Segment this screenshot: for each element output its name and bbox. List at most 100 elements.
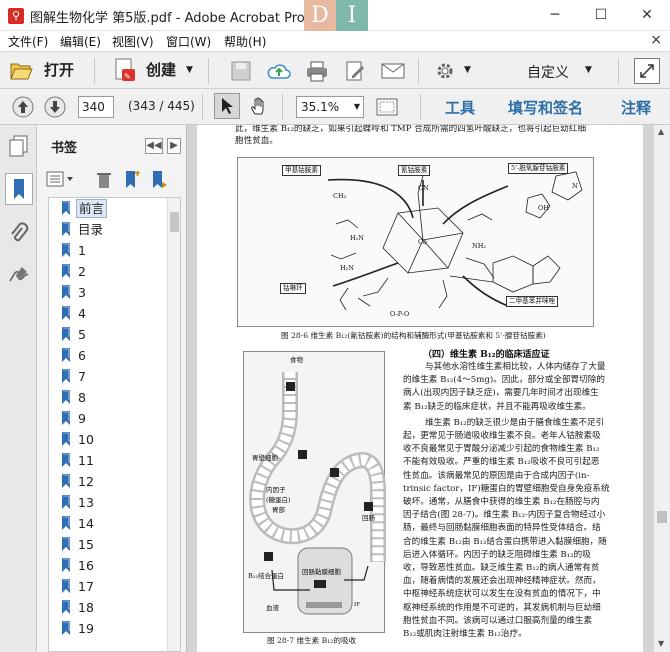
comment-link[interactable]: 注释 xyxy=(621,97,651,118)
customize-button[interactable]: 自定义 xyxy=(527,62,569,82)
open-button[interactable]: 打开 xyxy=(44,59,74,80)
bookmark-scrollbar[interactable] xyxy=(167,198,180,651)
bookmark-label: 1 xyxy=(78,243,86,258)
body-text-line: 肠，最终与回肠黏膜细胞表面的特异性受体结合。结 xyxy=(403,523,601,534)
scroll-down-icon[interactable]: ▼ xyxy=(658,639,664,648)
select-tool-icon[interactable] xyxy=(214,93,240,119)
bookmark-item[interactable]: 11 xyxy=(49,450,167,471)
bookmark-item[interactable]: 14 xyxy=(49,513,167,534)
menu-edit[interactable]: 编辑(E) xyxy=(60,33,101,50)
page-thumbnails-icon[interactable] xyxy=(6,133,32,159)
bookmark-item[interactable]: 4 xyxy=(49,303,167,324)
create-pdf-icon[interactable]: ✎ xyxy=(112,57,138,83)
close-button[interactable]: ✕ xyxy=(624,0,670,31)
bookmark-icon xyxy=(62,243,70,257)
scroll-up-icon[interactable]: ▲ xyxy=(658,127,664,136)
acrobat-icon[interactable]: ⚲ xyxy=(8,8,24,24)
bookmark-item[interactable]: 5 xyxy=(49,324,167,345)
svg-text:H₂N: H₂N xyxy=(350,234,364,242)
bookmark-item[interactable]: 2 xyxy=(49,261,167,282)
body-text-line: 的维生素 B₁₂(4～5mg)。因此，部分或全部胃切除的 xyxy=(403,375,605,386)
create-button[interactable]: 创建 xyxy=(146,59,176,80)
previous-page-icon[interactable] xyxy=(10,94,36,120)
bookmark-item[interactable]: 6 xyxy=(49,345,167,366)
svg-text:H₂N: H₂N xyxy=(340,264,354,272)
body-text-line: 病人(出现内因子缺乏症)，需要几年时间才出现维生 xyxy=(403,388,599,399)
collapse-panel-icon[interactable]: ◀◀ xyxy=(145,138,163,154)
menu-file[interactable]: 文件(F) xyxy=(8,33,48,50)
body-text-line: 后进入体循环。内因子的缺乏阻碍维生素 B₁₂的吸 xyxy=(403,549,591,560)
bookmark-item[interactable]: 13 xyxy=(49,492,167,513)
corrin-ring-label: 钴啉环 xyxy=(280,283,306,294)
zoom-icon[interactable] xyxy=(374,94,400,120)
bookmark-label: 16 xyxy=(78,558,94,573)
print-icon[interactable] xyxy=(304,58,330,84)
bookmarks-panel-icon[interactable] xyxy=(5,173,33,205)
bookmark-item[interactable]: 18 xyxy=(49,597,167,618)
attachments-icon[interactable] xyxy=(6,221,32,247)
bookmark-item[interactable]: 9 xyxy=(49,408,167,429)
main-toolbar: 打开 ✎ 创建 ▼ ▼ 自定义 ▼ xyxy=(0,51,670,89)
cloud-upload-icon[interactable] xyxy=(266,58,292,84)
zoom-dropdown-icon[interactable]: ▼ xyxy=(350,96,364,118)
bookmark-item[interactable]: 前言 xyxy=(49,198,167,219)
new-bookmark-icon[interactable] xyxy=(121,169,143,191)
menu-window[interactable]: 窗口(W) xyxy=(166,33,211,50)
bookmark-item[interactable]: 1 xyxy=(49,240,167,261)
email-icon[interactable] xyxy=(380,58,406,84)
settings-dropdown-icon[interactable]: ▼ xyxy=(464,65,471,75)
bookmark-item[interactable]: 17 xyxy=(49,576,167,597)
bookmark-label: 5 xyxy=(78,327,86,342)
open-folder-icon[interactable] xyxy=(8,57,34,83)
signatures-icon[interactable] xyxy=(6,261,32,287)
document-viewport: 此，维生素 B₁₂的缺乏，如果引起蝶呤和 TMP 合成所需的四氢叶酸缺乏，也将引… xyxy=(187,125,653,652)
bookmark-icon xyxy=(62,579,70,593)
bookmark-item[interactable]: 10 xyxy=(49,429,167,450)
hand-tool-icon[interactable] xyxy=(246,93,272,119)
svg-text:NH₂: NH₂ xyxy=(472,242,486,250)
panel-forward-icon[interactable]: ▶ xyxy=(167,138,181,154)
page-number-input[interactable]: 340 xyxy=(78,96,114,118)
bookmark-item[interactable]: 12 xyxy=(49,471,167,492)
fullscreen-icon[interactable] xyxy=(634,58,660,84)
close-document-icon[interactable]: × xyxy=(650,32,662,48)
fill-sign-link[interactable]: 填写和签名 xyxy=(508,97,583,118)
tools-link[interactable]: 工具 xyxy=(445,97,475,118)
scroll-thumb[interactable] xyxy=(657,511,667,523)
expand-bookmark-icon[interactable] xyxy=(149,169,171,191)
bookmark-options-icon[interactable] xyxy=(45,169,75,189)
gear-icon[interactable] xyxy=(432,58,458,84)
menu-view[interactable]: 视图(V) xyxy=(112,33,154,50)
document-scrollbar[interactable]: ▲ ▼ xyxy=(653,125,670,652)
bookmark-item[interactable]: 16 xyxy=(49,555,167,576)
delete-bookmark-icon[interactable] xyxy=(93,169,115,191)
maximize-button[interactable]: ☐ xyxy=(578,0,624,31)
bookmark-icon xyxy=(62,390,70,404)
bookmark-icon xyxy=(62,537,70,551)
navigation-rail xyxy=(0,125,37,652)
bookmark-item[interactable]: 19 xyxy=(49,618,167,639)
bookmark-item[interactable]: 8 xyxy=(49,387,167,408)
bookmark-label: 目录 xyxy=(78,222,104,237)
bookmark-label: 4 xyxy=(78,306,86,321)
bookmark-item[interactable]: 15 xyxy=(49,534,167,555)
bookmark-item[interactable]: 目录 xyxy=(49,219,167,240)
pdf-page: 此，维生素 B₁₂的缺乏，如果引起蝶呤和 TMP 合成所需的四氢叶酸缺乏，也将引… xyxy=(197,125,643,652)
bookmark-label: 8 xyxy=(78,390,86,405)
bookmark-scroll-thumb[interactable] xyxy=(170,212,179,232)
body-text-line: 破坏。通常，从膳食中获得的维生素 B₁₂在肠腔与内 xyxy=(403,497,600,507)
edit-document-icon[interactable] xyxy=(342,58,368,84)
minimize-button[interactable]: ─ xyxy=(532,0,578,31)
next-page-icon[interactable] xyxy=(42,94,68,120)
body-text-line: 不能有效吸收。严重的维生素 B₁₂吸收不良可引起恶 xyxy=(403,457,600,468)
save-icon[interactable] xyxy=(228,58,254,84)
menu-help[interactable]: 帮助(H) xyxy=(224,33,266,50)
svg-text:CH₃: CH₃ xyxy=(333,192,347,200)
bookmark-icon xyxy=(62,516,70,530)
ileal-cell-label: 回肠黏膜细胞 xyxy=(302,568,341,576)
bookmark-item[interactable]: 7 xyxy=(49,366,167,387)
customize-dropdown-icon[interactable]: ▼ xyxy=(585,65,592,75)
bookmark-item[interactable]: 3 xyxy=(49,282,167,303)
bookmark-icon xyxy=(62,264,70,278)
create-dropdown-icon[interactable]: ▼ xyxy=(186,65,193,75)
